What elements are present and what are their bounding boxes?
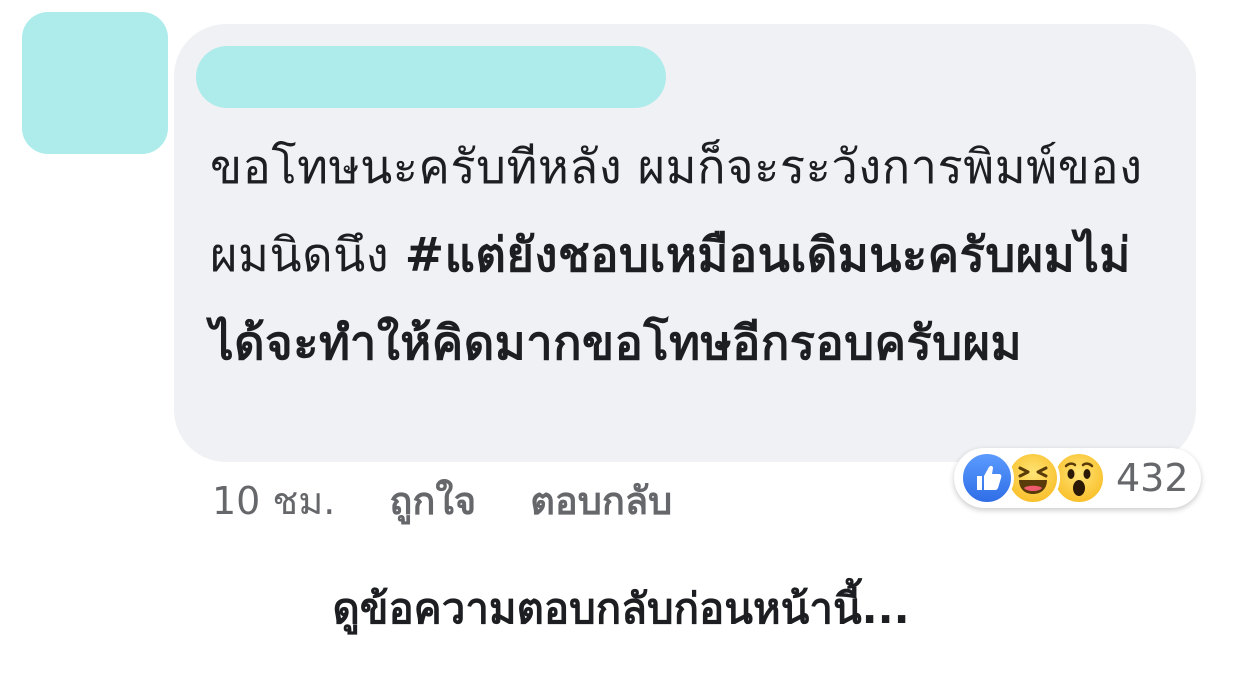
reply-button[interactable]: ตอบกลับ bbox=[530, 470, 672, 531]
reaction-count: 432 bbox=[1116, 456, 1189, 500]
comment-bubble: ขอโทษนะครับทีหลัง ผมก็จะระวังการพิมพ์ของ… bbox=[174, 24, 1196, 462]
author-name-redacted[interactable] bbox=[196, 46, 666, 108]
like-button[interactable]: ถูกใจ bbox=[389, 470, 476, 531]
comment-meta: 10 ชม. ถูกใจ ตอบกลับ bbox=[212, 470, 726, 530]
avatar[interactable] bbox=[22, 12, 168, 154]
view-previous-replies-link[interactable]: ดูข้อความตอบกลับก่อนหน้านี้... bbox=[0, 576, 1242, 642]
comment-text: ขอโทษนะครับทีหลัง ผมก็จะระวังการพิมพ์ของ… bbox=[210, 124, 1170, 388]
haha-icon bbox=[1006, 451, 1060, 505]
timestamp[interactable]: 10 ชม. bbox=[212, 470, 335, 531]
like-icon bbox=[960, 451, 1014, 505]
reactions-summary[interactable]: 432 bbox=[954, 448, 1201, 508]
wow-icon bbox=[1052, 451, 1106, 505]
